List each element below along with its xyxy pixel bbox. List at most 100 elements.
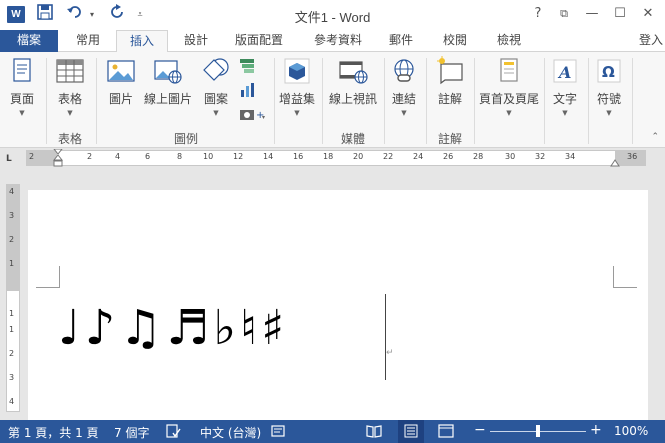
chart-icon[interactable] <box>238 82 260 98</box>
collapse-ribbon-icon[interactable]: ⌃ <box>651 132 659 142</box>
group-separator <box>322 58 323 144</box>
tab-view[interactable]: 檢視 <box>484 30 534 52</box>
tab-selector[interactable]: L <box>6 153 18 165</box>
ruler-tick: 20 <box>353 152 364 161</box>
addins-button[interactable]: 增益集 ▼ <box>278 56 316 117</box>
addins-dropdown-icon: ▼ <box>294 109 300 117</box>
ruler-tick: 1 <box>9 325 15 334</box>
minimize-button[interactable]: — <box>580 3 604 25</box>
group-label-comments: 註解 <box>437 132 462 146</box>
text-button[interactable]: A 文字 ▼ <box>546 56 584 117</box>
header-footer-icon <box>494 56 524 86</box>
shapes-icon <box>201 56 231 86</box>
header-footer-dropdown-icon: ▼ <box>506 109 512 117</box>
read-mode-icon[interactable] <box>366 423 382 439</box>
print-layout-icon[interactable] <box>398 420 424 443</box>
symbols-button[interactable]: Ω 符號 ▼ <box>590 56 628 117</box>
proofing-icon[interactable] <box>165 423 181 439</box>
group-separator <box>632 58 633 144</box>
zoom-level[interactable]: 100% <box>614 424 648 438</box>
group-label-media: 媒體 <box>340 132 365 146</box>
ruler-tick: 1 <box>9 309 15 318</box>
tab-design[interactable]: 設計 <box>170 30 222 52</box>
comment-label: 註解 <box>437 92 462 106</box>
close-button[interactable]: ✕ <box>636 3 660 25</box>
ruler-tick: 36 <box>627 152 638 161</box>
maximize-button[interactable]: ☐ <box>608 3 632 25</box>
macro-record-icon[interactable] <box>270 423 286 439</box>
ribbon-insert: 頁面 ▼ 表格 ▼ 表格 圖片 線上圖片 圖案 ▼ + ▾ 圖例 增益集 ▼ 線… <box>0 52 665 148</box>
links-button[interactable]: 連結 ▼ <box>386 56 422 117</box>
zoom-out-button[interactable]: − <box>474 422 486 438</box>
ruler-tick: 10 <box>203 152 214 161</box>
zoom-in-button[interactable]: + <box>590 422 602 438</box>
ruler-tick: 28 <box>473 152 484 161</box>
shapes-label: 圖案 <box>203 92 228 106</box>
title-bar: W ▾ ⩡ 文件1 - Word ? ⧉ — ☐ ✕ <box>0 0 665 30</box>
margin-corner-mark <box>36 266 60 288</box>
tab-references[interactable]: 參考資料 <box>302 30 374 52</box>
ruler-tick: 2 <box>9 349 15 358</box>
online-video-icon <box>338 56 368 86</box>
ruler-tick: 22 <box>383 152 394 161</box>
document-text[interactable]: ♩♪♫♬♭♮♯ <box>58 300 288 356</box>
ruler-tick: 12 <box>233 152 244 161</box>
online-picture-icon <box>153 56 183 86</box>
symbols-label: 符號 <box>596 92 621 106</box>
ruler-tick: 2 <box>9 235 15 244</box>
zoom-slider-thumb[interactable] <box>536 425 540 437</box>
right-indent-marker-icon[interactable] <box>610 159 620 167</box>
tab-file[interactable]: 檔案 <box>0 30 58 52</box>
tab-home[interactable]: 常用 <box>62 30 114 52</box>
group-separator <box>96 58 97 144</box>
group-separator <box>588 58 589 144</box>
word-count[interactable]: 7 個字 <box>114 424 149 441</box>
document-page[interactable]: ♩♪♫♬♭♮♯ ↵ <box>28 190 648 420</box>
language-indicator[interactable]: 中文 (台灣) <box>200 424 261 441</box>
web-layout-icon[interactable] <box>438 423 454 439</box>
horizontal-ruler[interactable]: 2 2 4 6 8 10 12 14 16 18 20 22 24 26 28 … <box>26 149 646 167</box>
sign-in-link[interactable]: 登入 <box>639 31 663 48</box>
ruler-tick: 3 <box>9 373 15 382</box>
ruler-tick: 1 <box>9 259 15 268</box>
group-separator <box>384 58 385 144</box>
online-pictures-button[interactable]: 線上圖片 <box>144 56 192 107</box>
tab-mailings[interactable]: 郵件 <box>378 30 424 52</box>
pictures-label: 圖片 <box>108 92 133 106</box>
tab-layout[interactable]: 版面配置 <box>226 30 292 52</box>
ruler-tick: 14 <box>263 152 274 161</box>
group-separator <box>46 58 47 144</box>
margin-corner-mark <box>613 266 637 288</box>
pages-label: 頁面 <box>9 92 34 106</box>
page-count[interactable]: 第 1 頁，共 1 頁 <box>8 424 99 441</box>
paragraph-mark: ↵ <box>386 348 394 358</box>
smartart-icon[interactable] <box>238 58 260 74</box>
ruler-tick: 26 <box>443 152 454 161</box>
ruler-tick: 16 <box>293 152 304 161</box>
online-video-button[interactable]: 線上視訊 <box>328 56 378 107</box>
pictures-button[interactable]: 圖片 <box>102 56 140 107</box>
shapes-button[interactable]: 圖案 ▼ <box>198 56 234 117</box>
help-button[interactable]: ? <box>526 3 550 25</box>
ruler-tick: 30 <box>505 152 516 161</box>
pages-icon <box>7 56 37 86</box>
ruler-tick: 32 <box>535 152 546 161</box>
tab-insert[interactable]: 插入 <box>116 30 168 53</box>
header-footer-button[interactable]: 頁首及頁尾 ▼ <box>476 56 542 117</box>
ribbon-display-options-icon[interactable]: ⧉ <box>552 3 576 25</box>
text-icon: A <box>550 56 580 86</box>
ruler-tick: 4 <box>9 187 15 196</box>
svg-text:▾: ▾ <box>262 114 265 121</box>
comment-button[interactable]: 註解 <box>430 56 470 107</box>
pages-button[interactable]: 頁面 ▼ <box>4 56 40 117</box>
links-label: 連結 <box>391 92 416 106</box>
screenshot-icon[interactable]: + ▾ <box>238 106 268 122</box>
indent-marker-icon[interactable] <box>53 149 63 167</box>
table-button[interactable]: 表格 ▼ <box>50 56 90 117</box>
status-bar: 第 1 頁，共 1 頁 7 個字 中文 (台灣) − + 100% <box>0 420 665 443</box>
ruler-tick: 3 <box>9 211 15 220</box>
addins-icon <box>282 56 312 86</box>
comment-icon <box>435 56 465 86</box>
tab-review[interactable]: 校閱 <box>430 30 480 52</box>
vertical-ruler[interactable]: 4 3 2 1 1 1 2 3 4 <box>6 184 20 412</box>
